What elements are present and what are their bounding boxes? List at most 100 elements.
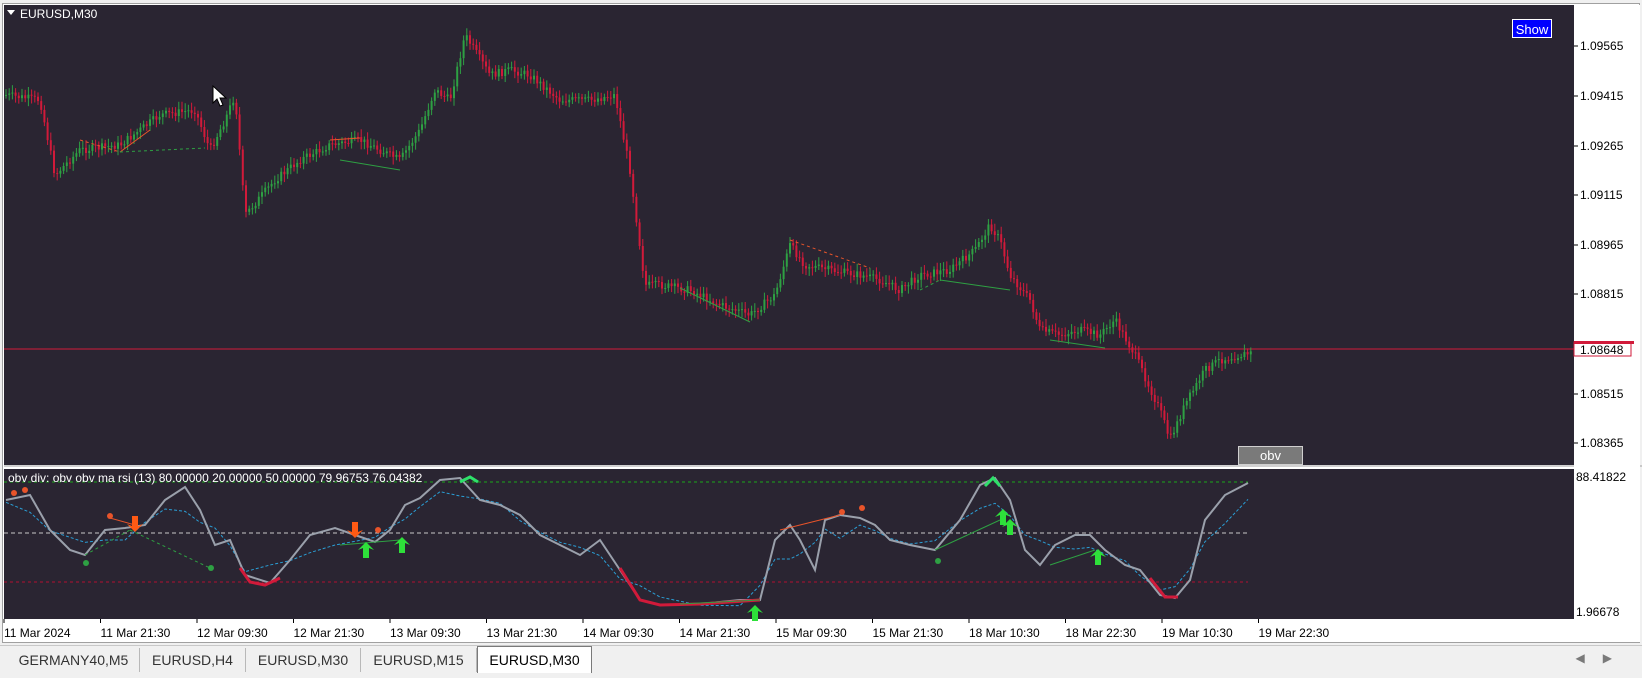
candle-body bbox=[1227, 360, 1230, 362]
candle-body bbox=[1131, 347, 1134, 353]
candle-body bbox=[289, 164, 292, 169]
time-label: 11 Mar 2024 bbox=[4, 626, 71, 640]
candle-body bbox=[43, 109, 46, 123]
candle-body bbox=[277, 181, 279, 184]
candle-body bbox=[753, 310, 756, 312]
tab[interactable]: EURUSD,M15 bbox=[361, 648, 477, 672]
candle-body bbox=[1019, 287, 1022, 291]
candle-body bbox=[1182, 405, 1185, 420]
candle-body bbox=[1086, 327, 1089, 329]
candle-body bbox=[939, 270, 942, 275]
candle-body bbox=[373, 145, 375, 147]
candle-body bbox=[401, 152, 404, 157]
candle-body bbox=[958, 261, 961, 266]
candle-body bbox=[1067, 334, 1070, 337]
symbol-label: EURUSD,M30 bbox=[20, 7, 98, 21]
candle-body bbox=[369, 145, 372, 148]
candle-body bbox=[1109, 327, 1111, 329]
candle-body bbox=[555, 95, 558, 98]
candle-body bbox=[859, 271, 862, 278]
candle-body bbox=[318, 148, 321, 153]
tab[interactable]: EURUSD,M30 bbox=[246, 648, 361, 672]
candle-body bbox=[971, 248, 974, 255]
candle-body bbox=[670, 283, 673, 287]
candle-body bbox=[1189, 392, 1191, 401]
candle-body bbox=[968, 254, 971, 261]
candle-body bbox=[414, 136, 417, 143]
candle-body bbox=[561, 101, 564, 103]
candle-body bbox=[1166, 420, 1169, 434]
candle-body bbox=[305, 153, 308, 157]
indicator-pane[interactable] bbox=[4, 469, 1574, 619]
candle-body bbox=[360, 137, 363, 142]
candle-body bbox=[526, 70, 529, 77]
candle-body bbox=[296, 162, 299, 168]
candle-body bbox=[1230, 359, 1233, 361]
candle-body bbox=[1105, 328, 1108, 330]
candle-body bbox=[1070, 331, 1073, 335]
candle-body bbox=[593, 99, 596, 102]
candle-body bbox=[510, 67, 513, 69]
tab[interactable]: GERMANY40,M5 bbox=[8, 648, 140, 672]
candle-body bbox=[424, 116, 427, 125]
candle-body bbox=[523, 70, 526, 75]
candle-body bbox=[1080, 326, 1083, 333]
chart-canvas[interactable]: EURUSD,M30 obv div: obv obv ma rsi (13) … bbox=[0, 0, 1642, 677]
candle-body bbox=[1121, 330, 1124, 332]
candle-body bbox=[990, 224, 993, 232]
show-button[interactable]: Show bbox=[1512, 19, 1552, 38]
candle-body bbox=[1198, 380, 1201, 384]
candle-body bbox=[1128, 341, 1131, 348]
candle-body bbox=[747, 312, 750, 316]
time-label: 14 Mar 21:30 bbox=[680, 626, 751, 640]
candle-body bbox=[536, 75, 539, 84]
candle-body bbox=[197, 113, 199, 118]
indicator-axis-top: 88.41822 bbox=[1576, 470, 1626, 484]
candle-body bbox=[878, 278, 881, 284]
candle-body bbox=[923, 272, 926, 274]
candle-body bbox=[216, 137, 219, 146]
candle-body bbox=[1064, 335, 1067, 337]
tab[interactable]: EURUSD,H4 bbox=[140, 648, 246, 672]
tab-scroll-arrows[interactable]: ◀▶ bbox=[1576, 651, 1630, 665]
time-label: 15 Mar 21:30 bbox=[873, 626, 944, 640]
candle-body bbox=[1237, 358, 1239, 361]
price-pane[interactable] bbox=[4, 5, 1574, 465]
indicator-axis-bottom: 1.96678 bbox=[1576, 605, 1620, 619]
candle-body bbox=[440, 90, 443, 96]
candle-body bbox=[1144, 368, 1147, 382]
candle-body bbox=[353, 136, 356, 138]
candle-body bbox=[603, 96, 606, 102]
candle-body bbox=[321, 151, 324, 153]
candle-body bbox=[264, 187, 267, 193]
candle-body bbox=[1160, 403, 1163, 411]
candle-body bbox=[1099, 334, 1102, 338]
candle-body bbox=[405, 150, 407, 153]
candle-body bbox=[600, 98, 603, 102]
candle-body bbox=[427, 109, 430, 117]
candle-body bbox=[1179, 419, 1182, 422]
candle-body bbox=[53, 150, 55, 174]
candle-body bbox=[1233, 359, 1236, 361]
tab-active[interactable]: EURUSD,M30 bbox=[477, 646, 592, 673]
candle-body bbox=[203, 126, 206, 138]
candle-body bbox=[936, 269, 939, 275]
candle-body bbox=[1000, 234, 1003, 243]
candle-body bbox=[872, 274, 875, 276]
candle-body bbox=[59, 170, 62, 174]
candle-body bbox=[312, 154, 315, 157]
candle-body bbox=[1214, 360, 1217, 363]
candle-body bbox=[907, 285, 910, 287]
candle-body bbox=[965, 255, 967, 261]
candle-body bbox=[945, 269, 948, 274]
candle-body bbox=[961, 255, 964, 262]
candle-body bbox=[408, 145, 411, 151]
candle-body bbox=[491, 71, 494, 73]
candle-body bbox=[293, 164, 295, 168]
candle-body bbox=[894, 282, 897, 290]
candle-body bbox=[533, 75, 535, 80]
candle-body bbox=[731, 309, 734, 311]
candle-body bbox=[126, 135, 129, 145]
obv-button[interactable]: obv bbox=[1238, 446, 1303, 465]
candle-body bbox=[885, 283, 887, 285]
